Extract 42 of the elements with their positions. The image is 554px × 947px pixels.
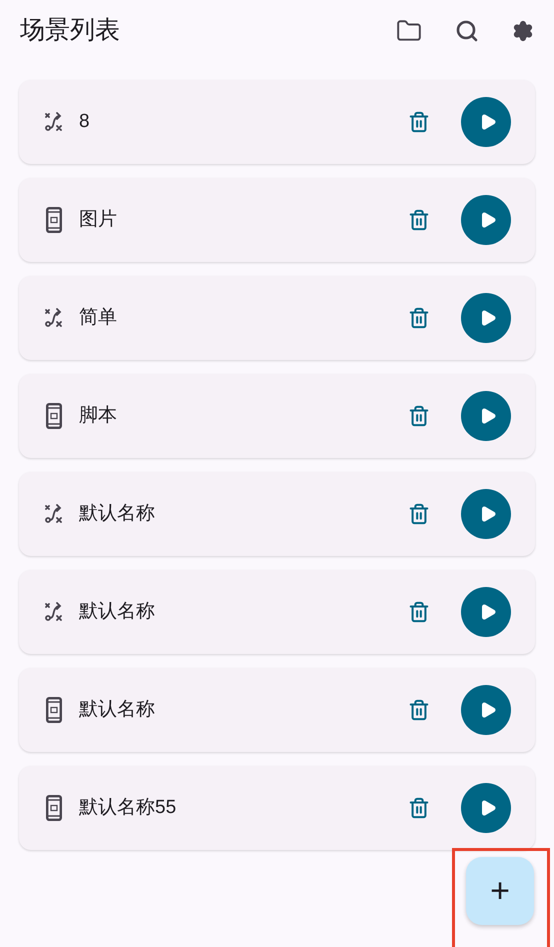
phone-icon: [46, 697, 62, 723]
delete-icon[interactable]: [408, 208, 430, 232]
play-button[interactable]: [461, 293, 511, 343]
delete-icon[interactable]: [408, 698, 430, 722]
delete-icon[interactable]: [408, 404, 430, 428]
play-button[interactable]: [461, 391, 511, 441]
scene-name: 默认名称: [79, 502, 156, 526]
phone-icon: [46, 403, 62, 429]
scene-card[interactable]: 默认名称: [19, 570, 535, 654]
play-button[interactable]: [461, 685, 511, 735]
scene-name: 脚本: [79, 404, 118, 428]
scene-card[interactable]: 默认名称: [19, 472, 535, 556]
play-button[interactable]: [461, 489, 511, 539]
route-icon: [44, 504, 64, 524]
delete-icon[interactable]: [408, 110, 430, 134]
scene-name: 默认名称: [79, 698, 156, 722]
route-icon: [44, 308, 64, 328]
phone-icon: [46, 207, 62, 233]
scene-card[interactable]: 脚本: [19, 374, 535, 458]
scene-card[interactable]: 图片: [19, 178, 535, 262]
play-button[interactable]: [461, 97, 511, 147]
scene-name: 简单: [79, 306, 118, 330]
phone-icon: [46, 795, 62, 821]
page-title: 场景列表: [20, 15, 121, 46]
play-button[interactable]: [461, 195, 511, 245]
play-button[interactable]: [461, 783, 511, 833]
scene-name: 默认名称55: [79, 796, 178, 820]
add-button[interactable]: +: [466, 857, 534, 925]
scene-name: 图片: [79, 208, 118, 232]
scene-card[interactable]: 默认名称: [19, 668, 535, 752]
scene-card[interactable]: 默认名称55: [19, 766, 535, 850]
delete-icon[interactable]: [408, 502, 430, 526]
scene-card[interactable]: 8: [19, 80, 535, 164]
scene-name: 8: [79, 110, 91, 134]
play-button[interactable]: [461, 587, 511, 637]
route-icon: [44, 602, 64, 622]
delete-icon[interactable]: [408, 306, 430, 330]
route-icon: [44, 112, 64, 132]
delete-icon[interactable]: [408, 600, 430, 624]
delete-icon[interactable]: [408, 796, 430, 820]
scene-name: 默认名称: [79, 600, 156, 624]
scene-card[interactable]: 简单: [19, 276, 535, 360]
